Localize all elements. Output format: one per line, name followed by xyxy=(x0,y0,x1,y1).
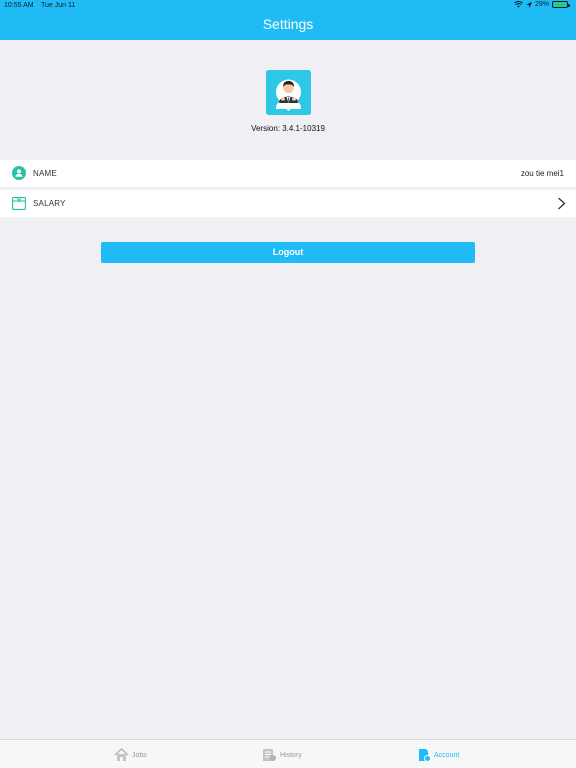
history-icon xyxy=(263,749,276,761)
salary-row[interactable]: SALARY xyxy=(0,190,576,217)
name-label: NAME xyxy=(33,169,57,178)
tab-history[interactable]: History xyxy=(262,747,302,763)
tab-account-label: Account xyxy=(434,751,460,759)
page-title: Settings xyxy=(262,16,314,32)
logout-button[interactable]: Logout xyxy=(101,242,475,263)
name-value: zou tie mei1 xyxy=(520,169,564,178)
status-date: Tue Jun 11 xyxy=(41,2,76,9)
location-icon xyxy=(525,1,532,8)
wifi-icon xyxy=(513,1,523,8)
navigation-header: 10:55 AM Tue Jun 11 29% Settings xyxy=(0,0,576,40)
chevron-right-icon xyxy=(558,197,566,210)
salary-label: SALARY xyxy=(33,199,66,208)
status-bar: 10:55 AM Tue Jun 11 29% xyxy=(0,0,576,12)
battery-percent: 29% xyxy=(534,1,549,8)
tab-bar: Jobs History Account xyxy=(0,739,576,768)
tab-history-label: History xyxy=(280,751,302,759)
battery-icon xyxy=(552,1,570,8)
tab-jobs[interactable]: Jobs xyxy=(114,747,147,763)
app-version: Version: 3.4.1-10319 xyxy=(251,124,325,133)
tab-jobs-label: Jobs xyxy=(132,751,147,759)
tab-account[interactable]: Account xyxy=(418,747,459,763)
status-indicators: 29% xyxy=(513,1,570,8)
app-logo-icon xyxy=(266,70,311,115)
name-row: NAME zou tie mei1 xyxy=(0,160,576,187)
account-icon xyxy=(419,749,431,762)
home-icon xyxy=(114,748,129,761)
salary-icon xyxy=(12,197,26,210)
status-time: 10:55 AM xyxy=(4,2,34,9)
person-icon xyxy=(12,166,26,180)
